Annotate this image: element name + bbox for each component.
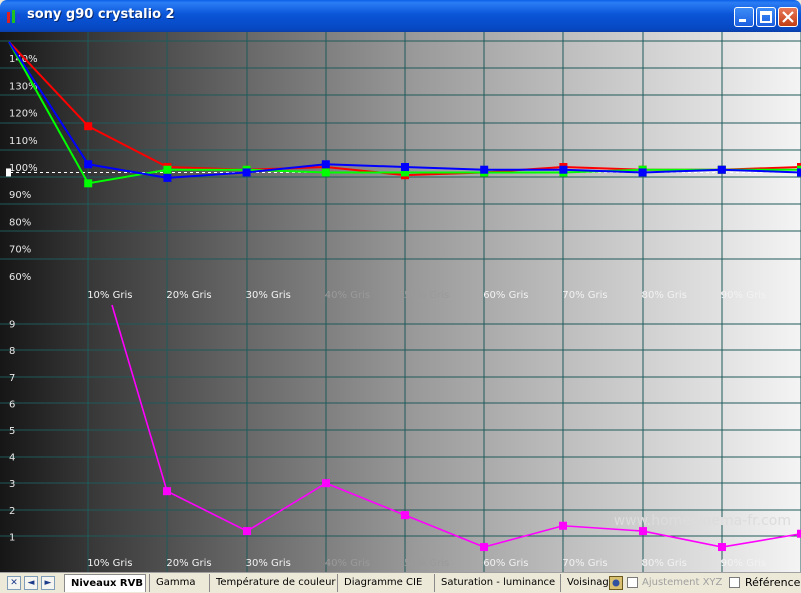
tab-voisinage[interactable]: Voisinage [560, 574, 615, 592]
tab-label: Diagramme CIE [344, 577, 423, 588]
x-tick-label: 90% Gris [721, 558, 766, 569]
maximize-button[interactable] [756, 7, 776, 27]
nav-next-button[interactable]: ► [41, 576, 55, 590]
delta-e-point [243, 527, 251, 536]
tab-label: Saturation - luminance [441, 577, 556, 588]
plot-area: 60% 70% 80% 90% 100% 110% 120% 130% 140% 1 2 3 4 5 6 7 8… [0, 32, 801, 572]
tab-diagramme-cie[interactable]: Diagramme CIE [337, 574, 429, 592]
watermark: www.homecinema-fr.com [613, 513, 791, 529]
x-tick-label: 70% Gris [562, 290, 607, 301]
y-tick-label: 3 [9, 479, 15, 490]
close-small-icon: ✕ [10, 578, 18, 588]
series-point [480, 165, 489, 174]
y-tick-label: 90% [9, 190, 31, 201]
series-point [797, 168, 801, 177]
delta-e-point [718, 543, 726, 552]
x-tick-label: 60% Gris [483, 290, 528, 301]
tab-label: Gamma [156, 577, 196, 588]
app-window: sony g90 crystalio 2 60% 70% 80% 90% 100% 110… [0, 0, 801, 593]
window-title: sony g90 crystalio 2 [27, 7, 175, 22]
close-icon [782, 11, 794, 23]
y-tick-label: 5 [9, 426, 15, 437]
tab-temperature[interactable]: Température de couleur [209, 574, 336, 592]
tab-label: Niveaux RVB [71, 578, 143, 589]
x-tick-label: 20% Gris [166, 558, 211, 569]
arrow-left-icon: ◄ [27, 578, 35, 588]
series-point [163, 173, 172, 182]
arrow-right-icon: ► [44, 578, 52, 588]
delta-e-point [480, 543, 488, 552]
x-tick-label: 40% Gris [325, 290, 370, 301]
x-tick-label: 10% Gris [87, 558, 132, 569]
maximize-icon [760, 11, 772, 23]
y-tick-label: 110% [9, 136, 38, 147]
tab-niveaux-rvb[interactable]: Niveaux RVB [64, 574, 146, 592]
series-point [84, 179, 93, 188]
x-tick-label: 40% Gris [325, 558, 370, 569]
ajustement-xyz-checkbox[interactable] [627, 577, 638, 588]
tab-gamma[interactable]: Gamma [149, 574, 207, 592]
series-point [321, 168, 330, 177]
tab-label: Température de couleur [216, 577, 336, 588]
x-tick-label: 10% Gris [87, 290, 132, 301]
series-point [163, 165, 172, 174]
y-tick-label: 60% [9, 272, 31, 283]
x-tick-label: 90% Gris [721, 290, 766, 301]
tab-saturation[interactable]: Saturation - luminance [434, 574, 558, 592]
y-tick-label: 9 [9, 320, 15, 331]
x-tick-label: 60% Gris [483, 558, 528, 569]
x-tick-label: 20% Gris [166, 290, 211, 301]
settings-icon[interactable] [609, 576, 623, 590]
x-tick-label: 50% Gris [404, 558, 449, 569]
close-button[interactable] [778, 7, 798, 27]
y-tick-label: 70% [9, 245, 31, 256]
series-point [638, 168, 647, 177]
y-tick-label: 1 [9, 532, 15, 543]
series-point [321, 160, 330, 169]
minimize-button[interactable] [734, 7, 754, 27]
x-tick-label: 30% Gris [246, 558, 291, 569]
delta-e-point [797, 529, 801, 538]
y-tick-label: 80% [9, 217, 31, 228]
y-tick-label: 8 [9, 346, 15, 357]
y-tick-label: 120% [9, 109, 38, 120]
title-bar[interactable]: sony g90 crystalio 2 [0, 0, 801, 32]
y-tick-label: 7 [9, 373, 15, 384]
x-tick-label: 70% Gris [562, 558, 607, 569]
reference-checkbox[interactable] [729, 577, 740, 588]
series-point [84, 160, 93, 169]
tab-bar: ✕ ◄ ► Niveaux RVB Gamma Température de c… [0, 572, 801, 593]
nav-first-button[interactable]: ✕ [7, 576, 21, 590]
delta-e-point [401, 511, 409, 520]
bar-chart-app-icon [7, 10, 20, 23]
series-point [559, 165, 568, 174]
x-tick-label: 80% Gris [642, 290, 687, 301]
ajustement-xyz-label: Ajustement XYZ [642, 577, 723, 588]
delta-e-point [322, 479, 330, 488]
delta-e-line [111, 304, 801, 548]
y-tick-label: 100% [9, 163, 38, 174]
nav-prev-button[interactable]: ◄ [24, 576, 38, 590]
series-point [84, 122, 93, 131]
reference-label: Référence [745, 576, 801, 589]
series-point [717, 165, 726, 174]
series-point [401, 163, 409, 171]
tab-label: Voisinage [567, 577, 615, 588]
y-tick-label: 2 [9, 506, 15, 517]
delta-e-point [163, 487, 171, 496]
x-tick-label: 50% Gris [404, 290, 449, 301]
delta-e-point [559, 521, 567, 530]
rgb-levels-chart: 60%70%80%90%100%110%120%130%140%12345678… [0, 32, 801, 572]
y-tick-label: 6 [9, 399, 15, 410]
x-tick-label: 30% Gris [246, 290, 291, 301]
x-tick-label: 80% Gris [642, 558, 687, 569]
series-point [242, 168, 251, 177]
y-tick-label: 4 [9, 453, 15, 464]
minimize-icon [739, 19, 746, 22]
